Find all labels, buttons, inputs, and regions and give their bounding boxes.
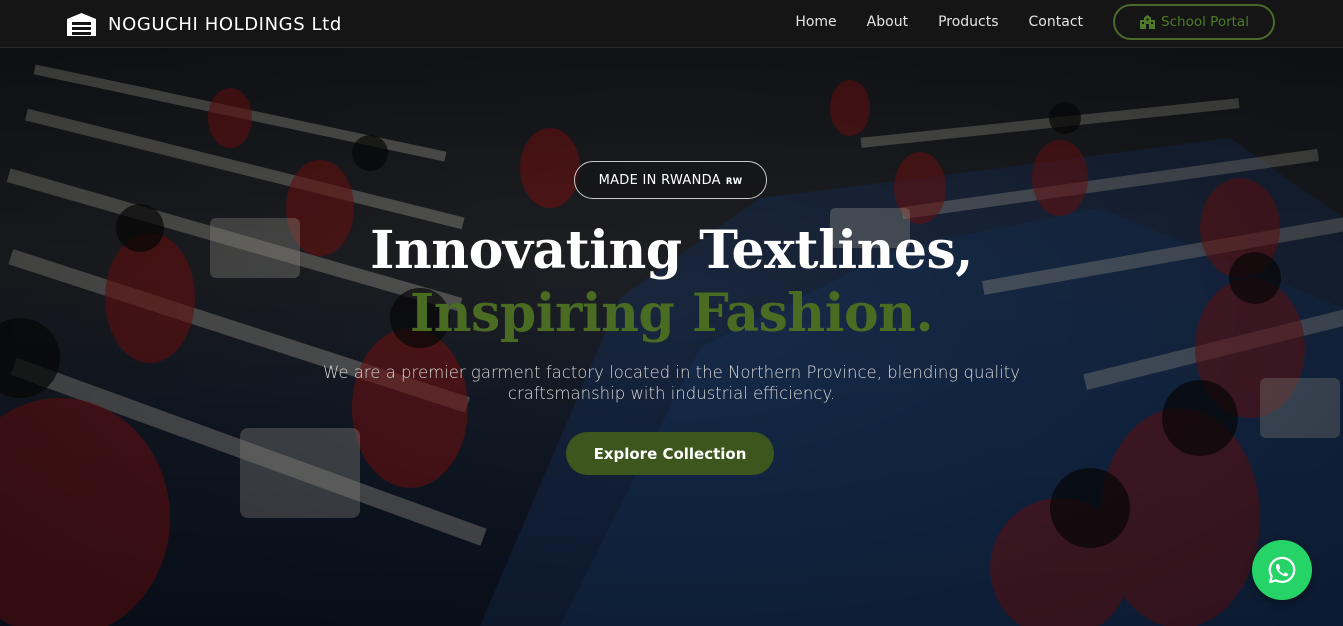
nav-link-home[interactable]: Home xyxy=(795,14,836,30)
school-portal-label: School Portal xyxy=(1161,14,1249,30)
whatsapp-icon xyxy=(1268,556,1296,584)
brand-name: NOGUCHI HOLDINGS Ltd xyxy=(108,13,342,35)
top-navbar: NOGUCHI HOLDINGS Ltd Home About Products… xyxy=(0,0,1343,48)
nav-link-products[interactable]: Products xyxy=(938,14,998,30)
whatsapp-chat-button[interactable] xyxy=(1252,540,1312,600)
hero-section: MADE IN RWANDA RW Innovating Textlines, … xyxy=(0,48,1343,626)
hero-headline-line2: Inspiring Fashion. xyxy=(409,283,934,344)
rwanda-flag-label: RW xyxy=(725,176,743,187)
hero-content: MADE IN RWANDA RW Innovating Textlines, … xyxy=(0,48,1343,626)
brand-logo-link[interactable]: NOGUCHI HOLDINGS Ltd xyxy=(66,9,342,39)
hero-headline-line1: Innovating Textlines, xyxy=(370,220,973,281)
school-portal-button[interactable]: School Portal xyxy=(1113,4,1275,40)
explore-collection-button[interactable]: Explore Collection xyxy=(566,432,774,475)
nav-menu: Home About Products Contact School Porta… xyxy=(795,0,1275,44)
hero-subtitle: We are a premier garment factory located… xyxy=(323,363,1020,403)
nav-link-about[interactable]: About xyxy=(867,14,908,30)
school-icon xyxy=(1140,15,1156,29)
warehouse-icon xyxy=(67,12,96,36)
made-in-rwanda-badge: MADE IN RWANDA RW xyxy=(574,161,767,199)
badge-text: MADE IN RWANDA xyxy=(598,172,721,188)
nav-link-contact[interactable]: Contact xyxy=(1029,14,1083,30)
